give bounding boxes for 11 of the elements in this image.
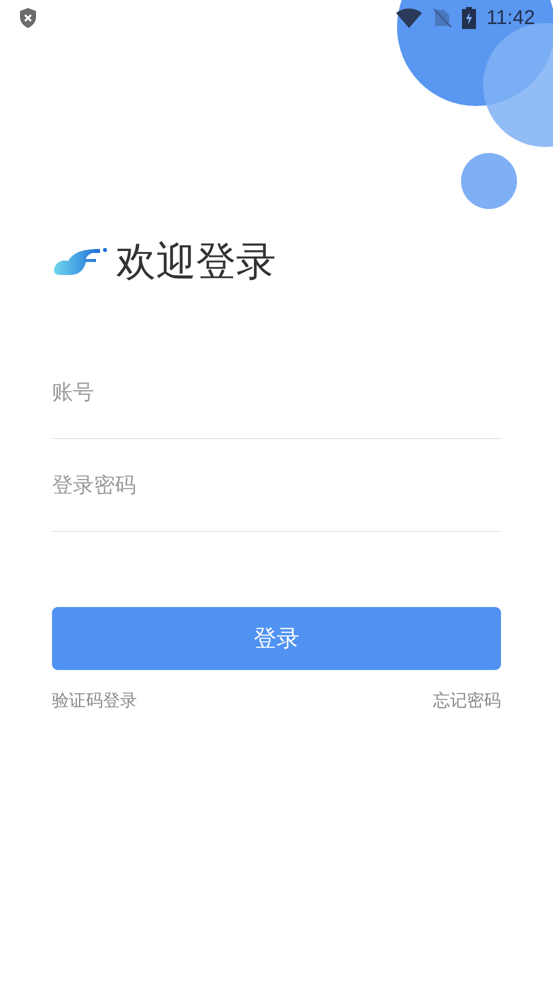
input-field[interactable]: 登录密码 <box>52 439 501 532</box>
battery-icon <box>462 7 476 29</box>
shield-icon <box>18 7 38 29</box>
welcome-title: 欢迎登录 <box>116 242 276 282</box>
text-link[interactable]: 验证码登录 <box>52 688 137 714</box>
status-time: 11:42 <box>486 6 535 31</box>
no-sim-icon <box>432 8 452 28</box>
text-link[interactable]: 忘记密码 <box>433 688 501 714</box>
input-field[interactable]: 账号 <box>52 346 501 439</box>
login-button[interactable]: 登录 <box>52 607 501 670</box>
wifi-icon <box>396 8 422 28</box>
